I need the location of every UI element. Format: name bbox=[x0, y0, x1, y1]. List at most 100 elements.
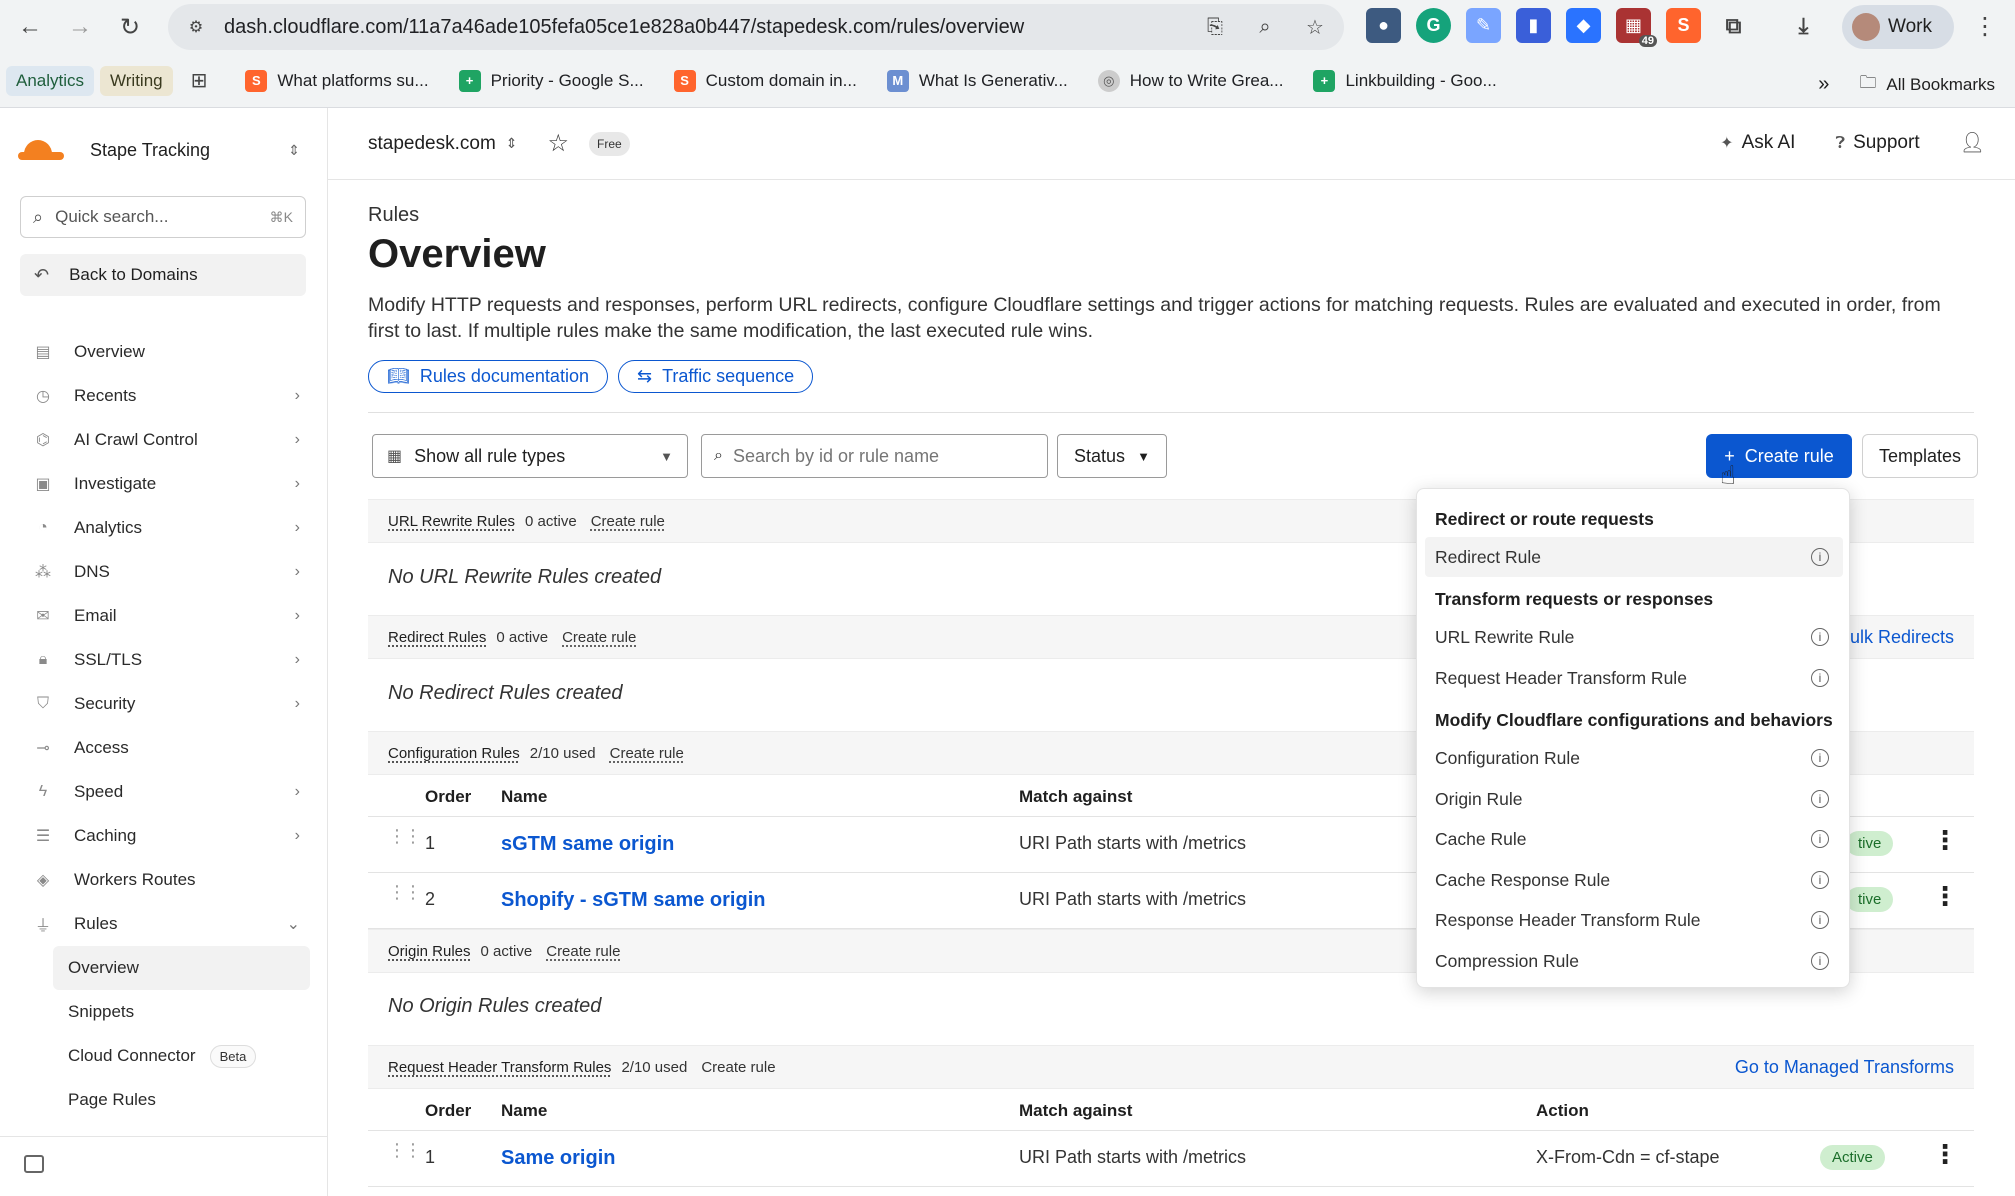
sidebar-subitem-snippets[interactable]: Snippets bbox=[53, 990, 310, 1034]
bookmark-6[interactable]: + Linkbuilding - Goo... bbox=[1313, 69, 1497, 92]
support-button[interactable]: ❓︎ Support bbox=[1835, 132, 1919, 154]
all-bookmarks[interactable]: 🗀 All Bookmarks bbox=[1859, 70, 1995, 99]
sidebar-item-speed[interactable]: ϟ Speed › bbox=[20, 770, 310, 814]
rule-type-select[interactable]: ▦ Show all rule types ▼ bbox=[372, 434, 688, 478]
menu-item-origin-rule[interactable]: Origin Rule i bbox=[1425, 779, 1843, 819]
sidebar-item-access[interactable]: ⊸ Access bbox=[20, 726, 310, 770]
menu-item-response-header-transform-rule[interactable]: Response Header Transform Rule i bbox=[1425, 900, 1843, 940]
sidebar-item-email[interactable]: ✉ Email › bbox=[20, 594, 310, 638]
quick-search-input[interactable]: ⌕ Quick search... ⌘K bbox=[20, 196, 306, 238]
back-arrow-icon[interactable]: ← bbox=[10, 7, 50, 47]
sidebar-subitem-cloud-connector[interactable]: Cloud Connector Beta bbox=[53, 1034, 310, 1078]
sidebar-item-security[interactable]: ⛉ Security › bbox=[20, 682, 310, 726]
install-icon[interactable]: ⎘ bbox=[1200, 12, 1230, 42]
create-rule-link[interactable]: Create rule bbox=[591, 513, 665, 530]
menu-item-url-rewrite-rule[interactable]: URL Rewrite Rule i bbox=[1425, 617, 1843, 657]
rule-name-link[interactable]: Same origin bbox=[501, 1147, 615, 1170]
zoom-icon[interactable]: ⌕ bbox=[1250, 12, 1280, 42]
create-rule-link[interactable]: Create rule bbox=[701, 1059, 775, 1076]
create-rule-link[interactable]: Create rule bbox=[546, 943, 620, 960]
drag-handle-icon[interactable]: ⋮⋮ bbox=[388, 827, 422, 845]
calendar-icon[interactable]: ▦ 49 bbox=[1616, 8, 1657, 47]
site-settings-icon[interactable]: ⚙ bbox=[182, 13, 210, 41]
templates-button[interactable]: Templates bbox=[1862, 434, 1978, 478]
info-icon[interactable]: i bbox=[1811, 669, 1829, 687]
status-filter[interactable]: Status ▼ bbox=[1057, 434, 1167, 478]
sidebar-item-rules[interactable]: ⏚ Rules ⌄ bbox=[20, 902, 310, 946]
extension-bookmark-icon[interactable]: ▮ bbox=[1516, 8, 1551, 43]
address-bar[interactable]: ⚙ dash.cloudflare.com/11a7a46ade105fefa0… bbox=[168, 4, 1344, 50]
info-icon[interactable]: i bbox=[1811, 871, 1829, 889]
collapse-sidebar-icon[interactable] bbox=[24, 1155, 44, 1173]
rule-name-link[interactable]: sGTM same origin bbox=[501, 833, 674, 856]
drag-handle-icon[interactable]: ⋮⋮ bbox=[388, 1141, 422, 1159]
url-text[interactable]: dash.cloudflare.com/11a7a46ade105fefa05c… bbox=[224, 16, 1024, 39]
info-icon[interactable]: i bbox=[1811, 628, 1829, 646]
reload-icon[interactable]: ↻ bbox=[110, 7, 150, 47]
bookmark-3[interactable]: S Custom domain in... bbox=[673, 69, 857, 92]
create-rule-link[interactable]: Create rule bbox=[562, 629, 636, 646]
tag-icon[interactable]: ◆ bbox=[1566, 8, 1601, 43]
more-bookmarks-icon[interactable]: » bbox=[1818, 73, 1829, 96]
rule-name-link[interactable]: Shopify - sGTM same origin bbox=[501, 889, 765, 912]
bookmark-5[interactable]: ◎ How to Write Grea... bbox=[1097, 69, 1283, 92]
create-rule-link[interactable]: Create rule bbox=[610, 745, 684, 762]
profile-button[interactable]: Work bbox=[1842, 5, 1954, 49]
traffic-sequence-button[interactable]: ⇆ Traffic sequence bbox=[617, 360, 814, 393]
sidebar-subitem-page-rules[interactable]: Page Rules bbox=[53, 1078, 310, 1122]
grammarly-icon[interactable]: G bbox=[1416, 8, 1451, 43]
download-icon[interactable]: ⤓ bbox=[1786, 8, 1821, 43]
sidebar-item-dns[interactable]: ⁂ DNS › bbox=[20, 550, 310, 594]
sidebar-item-recents[interactable]: ◷ Recents › bbox=[20, 374, 310, 418]
more-options-icon[interactable]: ⋮ bbox=[1932, 1139, 1958, 1170]
bookmark-1[interactable]: S What platforms su... bbox=[245, 69, 429, 92]
updown-chevron-icon[interactable]: ⇕ bbox=[506, 135, 518, 152]
info-icon[interactable]: i bbox=[1811, 749, 1829, 767]
forward-arrow-icon[interactable]: → bbox=[60, 7, 100, 47]
sidebar-item-ai-crawl-control[interactable]: ⌬ AI Crawl Control › bbox=[20, 418, 310, 462]
semrush-icon[interactable]: S bbox=[1666, 8, 1701, 43]
sidebar-item-caching[interactable]: ☰ Caching › bbox=[20, 814, 310, 858]
menu-item-configuration-rule[interactable]: Configuration Rule i bbox=[1425, 738, 1843, 778]
menu-item-redirect-rule[interactable]: Redirect Rule i bbox=[1425, 537, 1843, 577]
bookmark-2[interactable]: + Priority - Google S... bbox=[458, 69, 644, 92]
browser-menu-icon[interactable]: ⋮ bbox=[1973, 12, 1997, 41]
bookmark-4[interactable]: M What Is Generativ... bbox=[886, 69, 1068, 92]
ask-ai-button[interactable]: ✦ Ask AI bbox=[1720, 132, 1795, 154]
account-switcher[interactable]: Stape Tracking ⇕ bbox=[18, 130, 308, 170]
info-icon[interactable]: i bbox=[1811, 548, 1829, 566]
domain-switcher[interactable]: stapedesk.com bbox=[368, 133, 496, 155]
star-icon[interactable]: ☆ bbox=[548, 129, 570, 158]
bookmark-star-icon[interactable]: ☆ bbox=[1300, 12, 1330, 42]
bulk-redirects-link[interactable]: ulk Redirects bbox=[1850, 627, 1954, 648]
more-options-icon[interactable]: ⋮ bbox=[1932, 881, 1958, 912]
more-options-icon[interactable]: ⋮ bbox=[1932, 825, 1958, 856]
back-to-domains-button[interactable]: ↶ Back to Domains bbox=[20, 254, 306, 296]
sidebar-item-analytics[interactable]: ◔ Analytics › bbox=[20, 506, 310, 550]
info-icon[interactable]: i bbox=[1811, 911, 1829, 929]
info-icon[interactable]: i bbox=[1811, 952, 1829, 970]
bookmark-chip-writing[interactable]: Writing bbox=[100, 65, 173, 96]
info-icon[interactable]: i bbox=[1811, 830, 1829, 848]
menu-item-compression-rule[interactable]: Compression Rule i bbox=[1425, 941, 1843, 981]
pen-icon[interactable]: ✎ bbox=[1466, 8, 1501, 43]
rule-search[interactable]: ⌕ bbox=[701, 434, 1048, 478]
puzzle-icon[interactable]: ⧉ bbox=[1716, 8, 1751, 43]
menu-item-request-header-transform-rule[interactable]: Request Header Transform Rule i bbox=[1425, 658, 1843, 698]
sidebar-item-investigate[interactable]: ▣ Investigate › bbox=[20, 462, 310, 506]
sidebar-item-overview[interactable]: ▤ Overview bbox=[20, 330, 310, 374]
drag-handle-icon[interactable]: ⋮⋮ bbox=[388, 883, 422, 901]
user-icon[interactable]: 👤︎ bbox=[1960, 130, 1985, 155]
sidebar-subitem-overview[interactable]: Overview bbox=[53, 946, 310, 990]
managed-transforms-link[interactable]: Go to Managed Transforms bbox=[1735, 1057, 1954, 1078]
sidebar-item-workers-routes[interactable]: ◈ Workers Routes bbox=[20, 858, 310, 902]
apps-grid-icon[interactable]: ⊞ bbox=[191, 68, 208, 93]
bookmark-chip-analytics[interactable]: Analytics bbox=[6, 65, 95, 96]
info-icon[interactable]: i bbox=[1811, 790, 1829, 808]
rules-documentation-button[interactable]: 📖︎ Rules documentation bbox=[368, 360, 608, 393]
sidebar-item-ssl-tls[interactable]: 🔒︎ SSL/TLS › bbox=[20, 638, 310, 682]
rule-search-input[interactable] bbox=[732, 445, 1013, 467]
menu-item-cache-rule[interactable]: Cache Rule i bbox=[1425, 819, 1843, 859]
extension-1-icon[interactable]: ● bbox=[1366, 8, 1401, 43]
menu-item-cache-response-rule[interactable]: Cache Response Rule i bbox=[1425, 860, 1843, 900]
